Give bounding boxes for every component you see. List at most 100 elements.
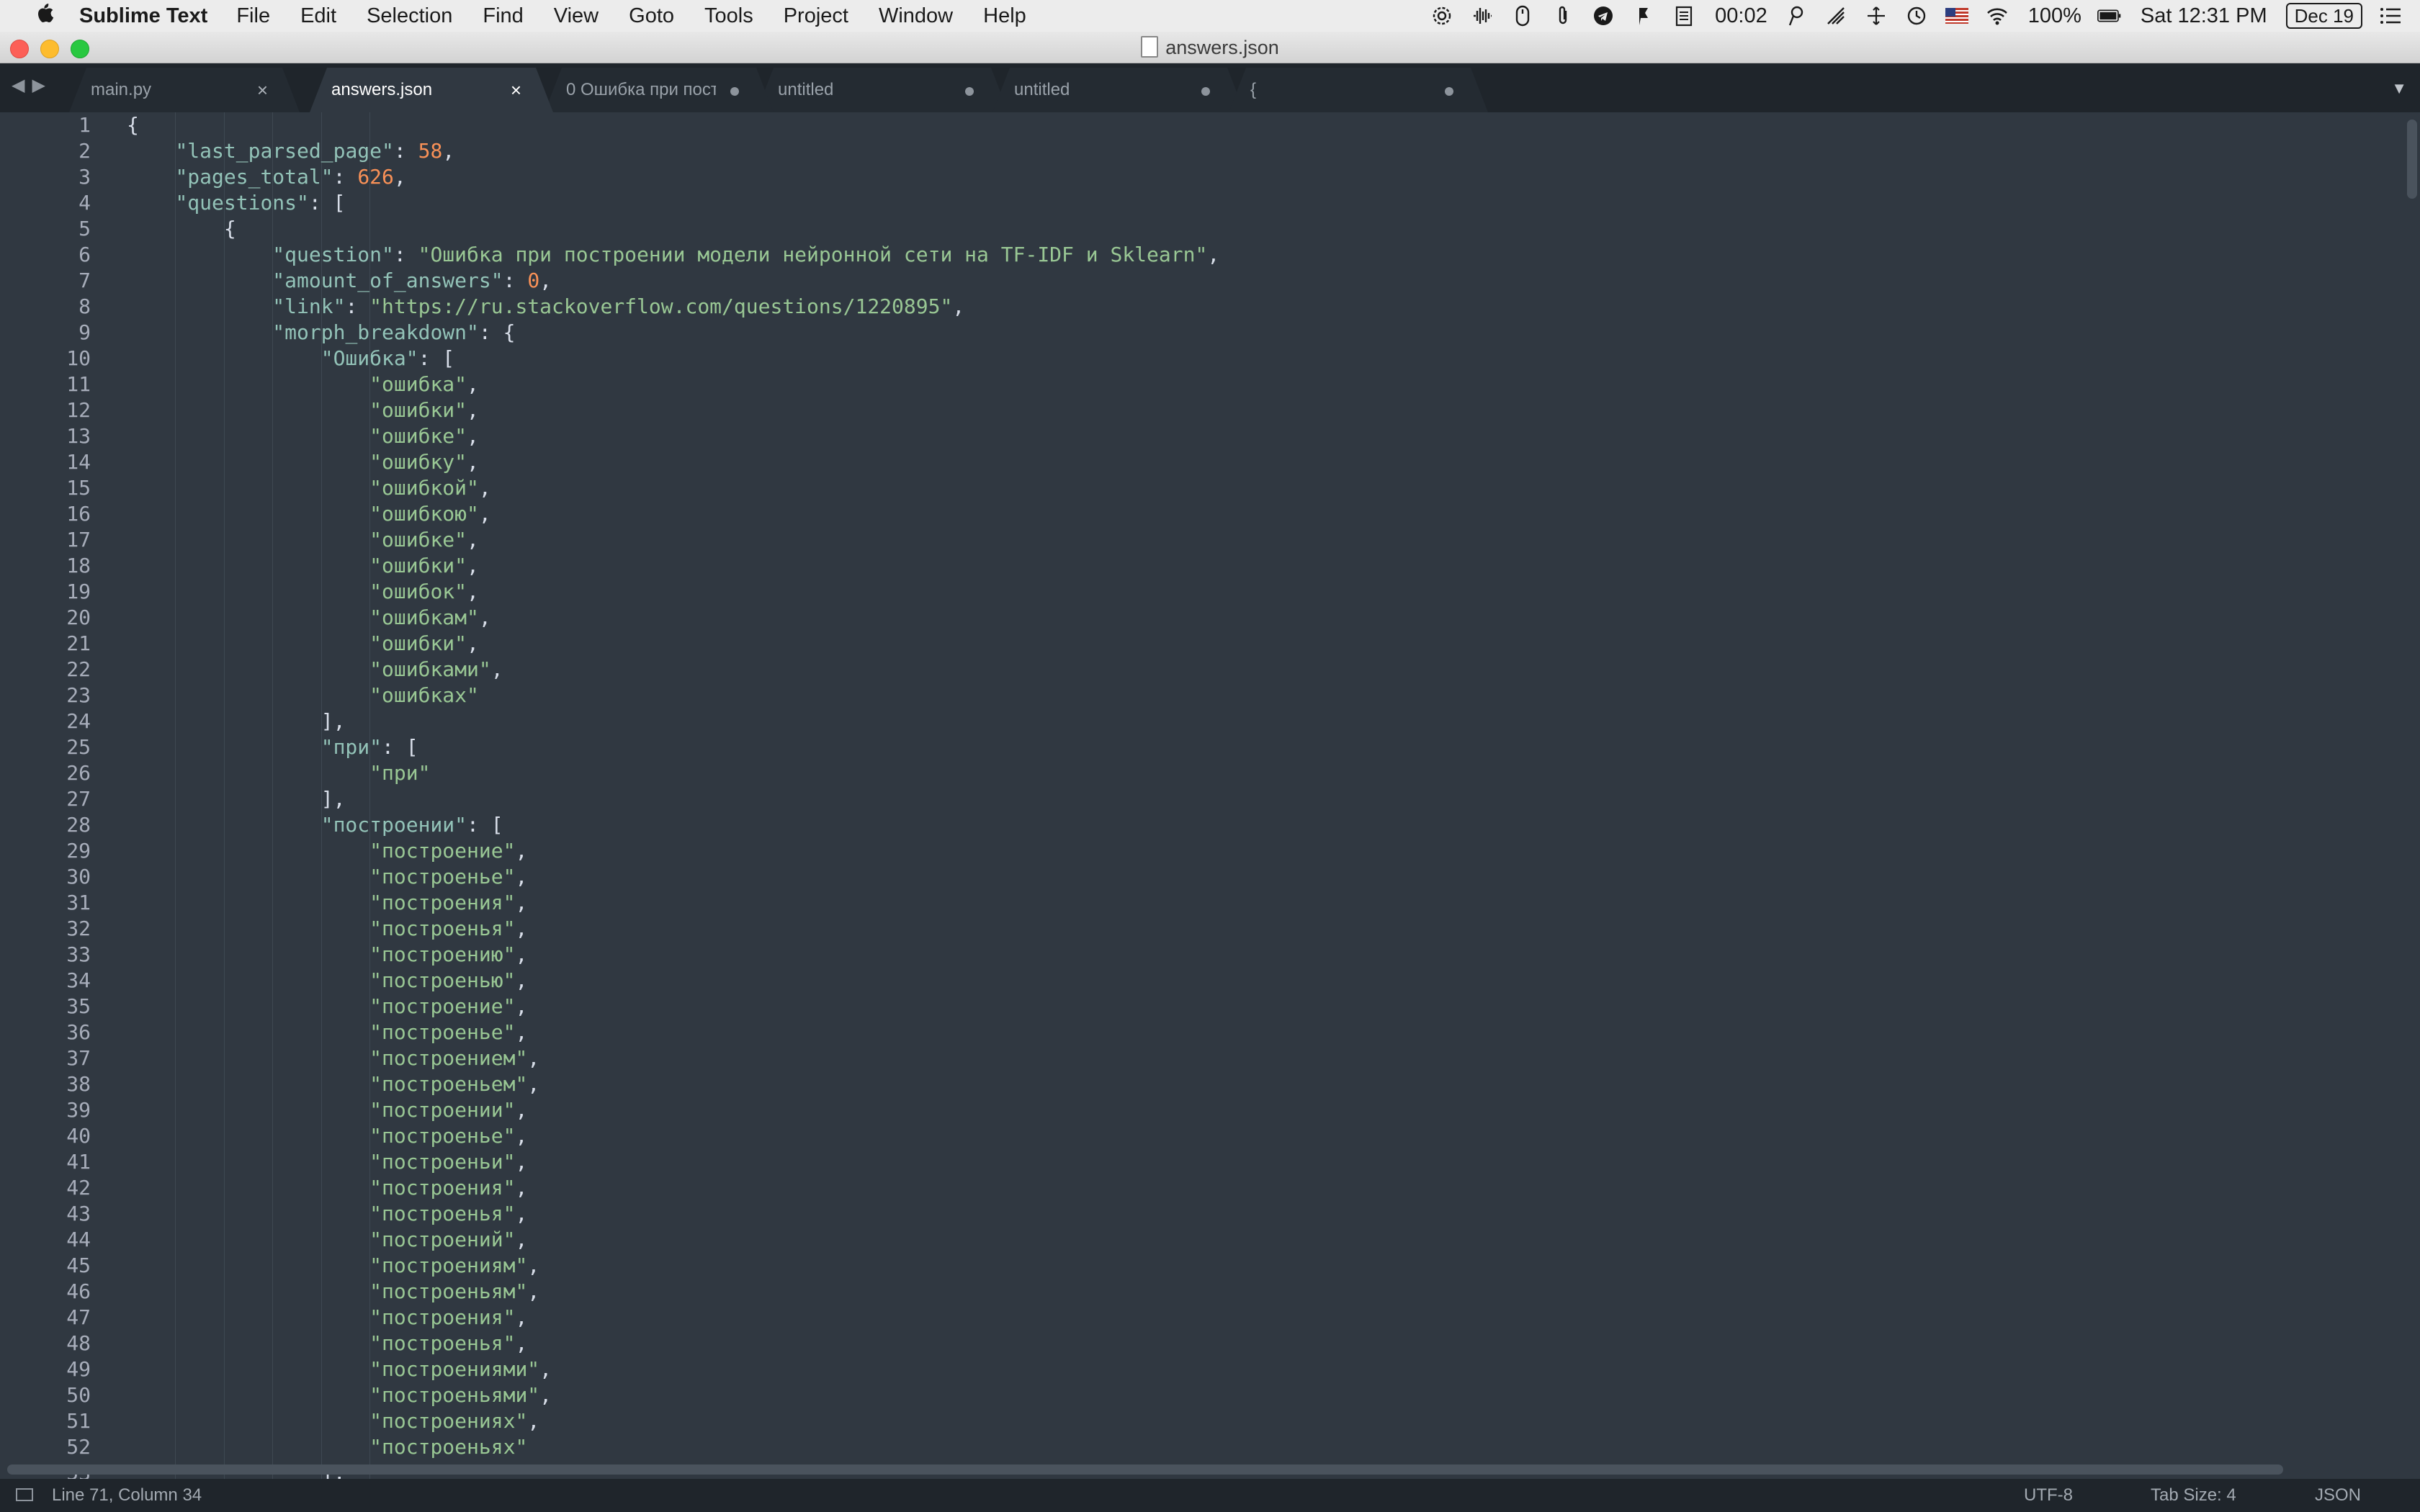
code-line[interactable]: "link": "https://ru.stackoverflow.com/qu… <box>127 294 1219 320</box>
code-line[interactable]: ], <box>127 786 1219 812</box>
move-arrows-icon[interactable] <box>1864 4 1888 28</box>
code-line[interactable]: "построеньями", <box>127 1382 1219 1408</box>
menu-edit[interactable]: Edit <box>300 4 336 28</box>
tab-size-indicator[interactable]: Tab Size: 4 <box>2151 1479 2236 1512</box>
pin-icon[interactable] <box>1783 4 1808 28</box>
code-line[interactable]: { <box>127 216 1219 242</box>
tab-brace[interactable]: { <box>1229 68 1488 112</box>
code-line[interactable]: "построенье", <box>127 1020 1219 1045</box>
menu-app-name[interactable]: Sublime Text <box>79 4 207 28</box>
tab-answers-json[interactable]: answers.json × <box>310 68 553 112</box>
code-line[interactable]: "ошибок", <box>127 579 1219 605</box>
window-title-bar[interactable]: answers.json <box>0 32 2420 63</box>
menu-help[interactable]: Help <box>983 4 1026 28</box>
code-line[interactable]: "построению", <box>127 942 1219 968</box>
notes-icon[interactable] <box>1672 4 1696 28</box>
syntax-indicator[interactable]: JSON <box>2315 1479 2361 1512</box>
code-line[interactable]: "при" <box>127 760 1219 786</box>
tab-untitled-2[interactable]: untitled <box>992 68 1245 112</box>
encoding-indicator[interactable]: UTF-8 <box>2024 1479 2073 1512</box>
tab-close-icon[interactable]: × <box>257 68 268 112</box>
code-line[interactable]: "построенью", <box>127 968 1219 994</box>
code-line[interactable]: "ошибки", <box>127 553 1219 579</box>
us-flag-icon[interactable] <box>1945 4 1969 28</box>
code-line[interactable]: "построеньях" <box>127 1434 1219 1460</box>
battery-percent[interactable]: 100% <box>2028 4 2081 28</box>
code-line[interactable]: "построение", <box>127 838 1219 864</box>
time-machine-icon[interactable] <box>1904 4 1929 28</box>
gear-status-icon[interactable] <box>1430 4 1454 28</box>
code-line[interactable]: "Ошибка": [ <box>127 346 1219 372</box>
code-line[interactable]: "построения", <box>127 890 1219 916</box>
code-line[interactable]: "ошибкам", <box>127 605 1219 631</box>
tab-main-py[interactable]: main.py × <box>69 68 300 112</box>
code-line[interactable]: "question": "Ошибка при построении модел… <box>127 242 1219 268</box>
signal-icon[interactable] <box>1824 4 1848 28</box>
code-line[interactable]: "построенье", <box>127 1123 1219 1149</box>
menu-find[interactable]: Find <box>483 4 523 28</box>
code-line[interactable]: "построеньи", <box>127 1149 1219 1175</box>
code-line[interactable]: "построением", <box>127 1045 1219 1071</box>
menu-file[interactable]: File <box>236 4 270 28</box>
telegram-icon[interactable] <box>1591 4 1615 28</box>
code-line[interactable]: "построеньем", <box>127 1071 1219 1097</box>
tab-untitled-1[interactable]: untitled <box>756 68 1008 112</box>
unsaved-dot-icon[interactable] <box>965 87 974 96</box>
cursor-position[interactable]: Line 71, Column 34 <box>52 1479 202 1512</box>
code-line[interactable]: "построениям", <box>127 1253 1219 1279</box>
tab-close-icon[interactable]: × <box>511 68 521 112</box>
code-line[interactable]: "построений", <box>127 1227 1219 1253</box>
code-editor[interactable]: 1 2 3 4 5 6 7 8 9 10 11 12 13 14 15 16 17 18 19 20 21 22 23 24 2… <box>0 112 2420 1479</box>
code-line[interactable]: "построении", <box>127 1097 1219 1123</box>
code-line[interactable]: "построении": [ <box>127 812 1219 838</box>
tab-nav-arrows-icon[interactable]: ◀▶ <box>12 75 53 96</box>
code-line[interactable]: ], <box>127 708 1219 734</box>
menu-goto[interactable]: Goto <box>629 4 674 28</box>
unsaved-dot-icon[interactable] <box>1445 87 1453 96</box>
code-line[interactable]: "ошибкой", <box>127 475 1219 501</box>
mouse-icon[interactable] <box>1510 4 1535 28</box>
battery-icon[interactable] <box>2097 4 2122 28</box>
flag-tool-icon[interactable] <box>1631 4 1656 28</box>
code-line[interactable]: "ошибке", <box>127 527 1219 553</box>
code-line[interactable]: "ошибки", <box>127 631 1219 657</box>
code-line[interactable]: "ошибку", <box>127 449 1219 475</box>
menu-tools[interactable]: Tools <box>704 4 753 28</box>
code-line[interactable]: "построенья", <box>127 1201 1219 1227</box>
code-line[interactable]: "ошибки", <box>127 397 1219 423</box>
tab-list-dropdown-icon[interactable]: ▼ <box>2391 79 2407 98</box>
paperclip-icon[interactable] <box>1551 4 1575 28</box>
code-line[interactable]: "построенья", <box>127 916 1219 942</box>
clock[interactable]: Sat 12:31 PM <box>2141 4 2267 28</box>
waveform-icon[interactable] <box>1470 4 1494 28</box>
code-line[interactable]: "pages_total": 626, <box>127 164 1219 190</box>
code-line[interactable]: "amount_of_answers": 0, <box>127 268 1219 294</box>
unsaved-dot-icon[interactable] <box>730 87 739 96</box>
code-line[interactable]: "при": [ <box>127 734 1219 760</box>
menu-view[interactable]: View <box>554 4 599 28</box>
vertical-scrollbar[interactable] <box>2407 120 2417 199</box>
code-line[interactable]: "questions": [ <box>127 190 1219 216</box>
notification-center-icon[interactable] <box>2378 4 2403 28</box>
code-line[interactable]: "построенья", <box>127 1331 1219 1356</box>
date-badge[interactable]: Dec 19 <box>2285 3 2362 29</box>
code-line[interactable]: "построение", <box>127 994 1219 1020</box>
code-line[interactable]: { <box>127 112 1219 138</box>
tab-question-error[interactable]: 0 Ошибка при построении модели нейронной… <box>544 68 774 112</box>
timer-readout[interactable]: 00:02 <box>1715 4 1767 28</box>
menu-selection[interactable]: Selection <box>367 4 452 28</box>
code-line[interactable]: "ошибках" <box>127 683 1219 708</box>
code-line[interactable]: "построенье", <box>127 864 1219 890</box>
code-line[interactable]: "last_parsed_page": 58, <box>127 138 1219 164</box>
code-line[interactable]: "построения", <box>127 1305 1219 1331</box>
wifi-icon[interactable] <box>1985 4 2009 28</box>
code-line[interactable]: "ошибкою", <box>127 501 1219 527</box>
unsaved-dot-icon[interactable] <box>1201 87 1210 96</box>
code-line[interactable]: "ошибке", <box>127 423 1219 449</box>
code-line[interactable]: "построениях", <box>127 1408 1219 1434</box>
code-line[interactable]: "построениями", <box>127 1356 1219 1382</box>
menu-project[interactable]: Project <box>784 4 848 28</box>
panel-toggle-icon[interactable] <box>16 1488 33 1501</box>
code-line[interactable]: "ошибка", <box>127 372 1219 397</box>
code-lines[interactable]: { "last_parsed_page": 58, "pages_total":… <box>127 112 1219 1479</box>
